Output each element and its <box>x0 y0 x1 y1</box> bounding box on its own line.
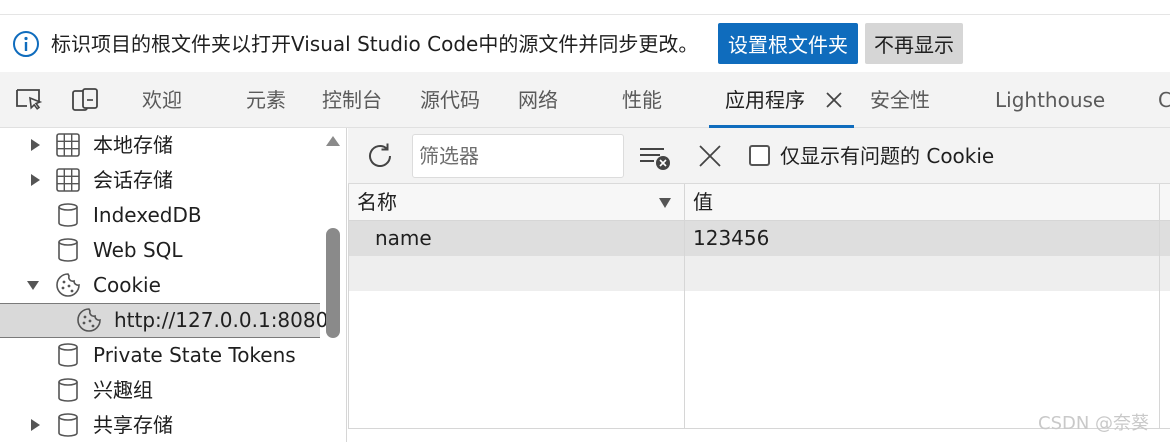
cookie-table: 名称 值 name 123456 <box>348 184 1170 428</box>
grid-icon <box>56 168 80 192</box>
database-icon <box>58 238 78 262</box>
watermark: CSDN @奈葵 <box>1038 413 1150 434</box>
sidebar-item-cookie-origin[interactable]: http://127.0.0.1:8080 <box>0 303 328 338</box>
table-right-edge <box>1159 184 1160 428</box>
devtools-tab-bar: 欢迎 元素 控制台 源代码 网络 性能 应用程序 安全性 Lighthouse … <box>0 72 1170 128</box>
cookie-toolbar: 仅显示有问题的 Cookie <box>348 128 1170 184</box>
tab-security[interactable]: 安全性 <box>870 72 930 128</box>
sort-descending-icon[interactable] <box>658 197 672 209</box>
column-header-name[interactable]: 名称 <box>357 184 397 221</box>
application-sidebar: 本地存储 会话存储 IndexedDB Web SQL Cookie http:… <box>0 128 347 442</box>
sidebar-item-label: 共享存储 <box>93 413 173 437</box>
sidebar-item-label: 兴趣组 <box>93 378 153 402</box>
expand-arrow-icon[interactable] <box>28 173 42 187</box>
tab-overflow[interactable]: C <box>1158 72 1170 128</box>
tab-sources[interactable]: 源代码 <box>420 72 480 128</box>
database-icon <box>58 343 78 367</box>
tab-console[interactable]: 控制台 <box>322 72 382 128</box>
table-header: 名称 值 <box>349 184 1170 221</box>
set-root-folder-button[interactable]: 设置根文件夹 <box>718 23 858 64</box>
sidebar-item-local-storage[interactable]: 本地存储 <box>0 128 320 163</box>
table-row[interactable]: name 123456 <box>349 221 1170 256</box>
inspect-element-icon[interactable] <box>14 86 44 114</box>
expand-arrow-icon[interactable] <box>28 418 42 432</box>
sidebar-item-indexeddb[interactable]: IndexedDB <box>0 198 320 233</box>
info-icon <box>13 31 39 57</box>
close-tab-icon[interactable] <box>824 90 844 110</box>
cookie-value-cell: 123456 <box>693 226 770 250</box>
table-row[interactable] <box>349 256 1170 291</box>
sidebar-item-label: Cookie <box>93 273 161 297</box>
sidebar-item-label: http://127.0.0.1:8080 <box>114 308 329 332</box>
sidebar-item-web-sql[interactable]: Web SQL <box>0 233 320 268</box>
sidebar-item-private-state-tokens[interactable]: Private State Tokens <box>0 338 320 373</box>
scroll-up-arrow-icon[interactable] <box>325 134 341 148</box>
grid-icon <box>56 133 80 157</box>
sidebar-item-cookie[interactable]: Cookie <box>0 268 320 303</box>
sidebar-item-session-storage[interactable]: 会话存储 <box>0 163 320 198</box>
device-emulation-icon[interactable] <box>70 86 100 114</box>
collapse-arrow-icon[interactable] <box>26 278 40 292</box>
only-issues-label: 仅显示有问题的 Cookie <box>780 144 995 168</box>
sidebar-item-label: Web SQL <box>93 238 183 262</box>
cookie-panel: 仅显示有问题的 Cookie 名称 值 name 123456 <box>348 128 1170 442</box>
sidebar-item-shared-storage[interactable]: 共享存储 <box>0 408 320 442</box>
column-header-value[interactable]: 值 <box>693 184 713 221</box>
cookie-icon <box>77 308 101 332</box>
database-icon <box>58 203 78 227</box>
tab-application[interactable]: 应用程序 <box>725 72 805 128</box>
cookie-name-cell: name <box>375 226 432 250</box>
filter-input[interactable] <box>412 134 624 178</box>
tab-lighthouse[interactable]: Lighthouse <box>995 72 1105 128</box>
tab-elements[interactable]: 元素 <box>246 72 286 128</box>
sidebar-item-interest-groups[interactable]: 兴趣组 <box>0 373 320 408</box>
clear-all-filter-icon[interactable] <box>638 144 672 172</box>
cookie-icon <box>56 273 80 297</box>
tab-welcome[interactable]: 欢迎 <box>142 72 182 128</box>
only-issues-checkbox[interactable] <box>749 145 770 166</box>
delete-icon[interactable] <box>698 144 722 168</box>
sidebar-item-label: 会话存储 <box>93 168 173 192</box>
tab-network[interactable]: 网络 <box>518 72 558 128</box>
refresh-icon[interactable] <box>364 140 396 172</box>
column-divider[interactable] <box>684 184 685 428</box>
sidebar-item-label: IndexedDB <box>93 203 202 227</box>
expand-arrow-icon[interactable] <box>28 138 42 152</box>
sidebar-item-label: Private State Tokens <box>93 343 296 367</box>
tab-performance[interactable]: 性能 <box>622 72 662 128</box>
sidebar-scrollbar-thumb[interactable] <box>326 228 340 338</box>
database-icon <box>58 413 78 437</box>
dont-show-again-button[interactable]: 不再显示 <box>865 23 963 64</box>
info-bar: 标识项目的根文件夹以打开Visual Studio Code中的源文件并同步更改… <box>0 14 1170 72</box>
sidebar-item-label: 本地存储 <box>93 133 173 157</box>
database-icon <box>58 378 78 402</box>
info-message: 标识项目的根文件夹以打开Visual Studio Code中的源文件并同步更改… <box>51 32 699 56</box>
